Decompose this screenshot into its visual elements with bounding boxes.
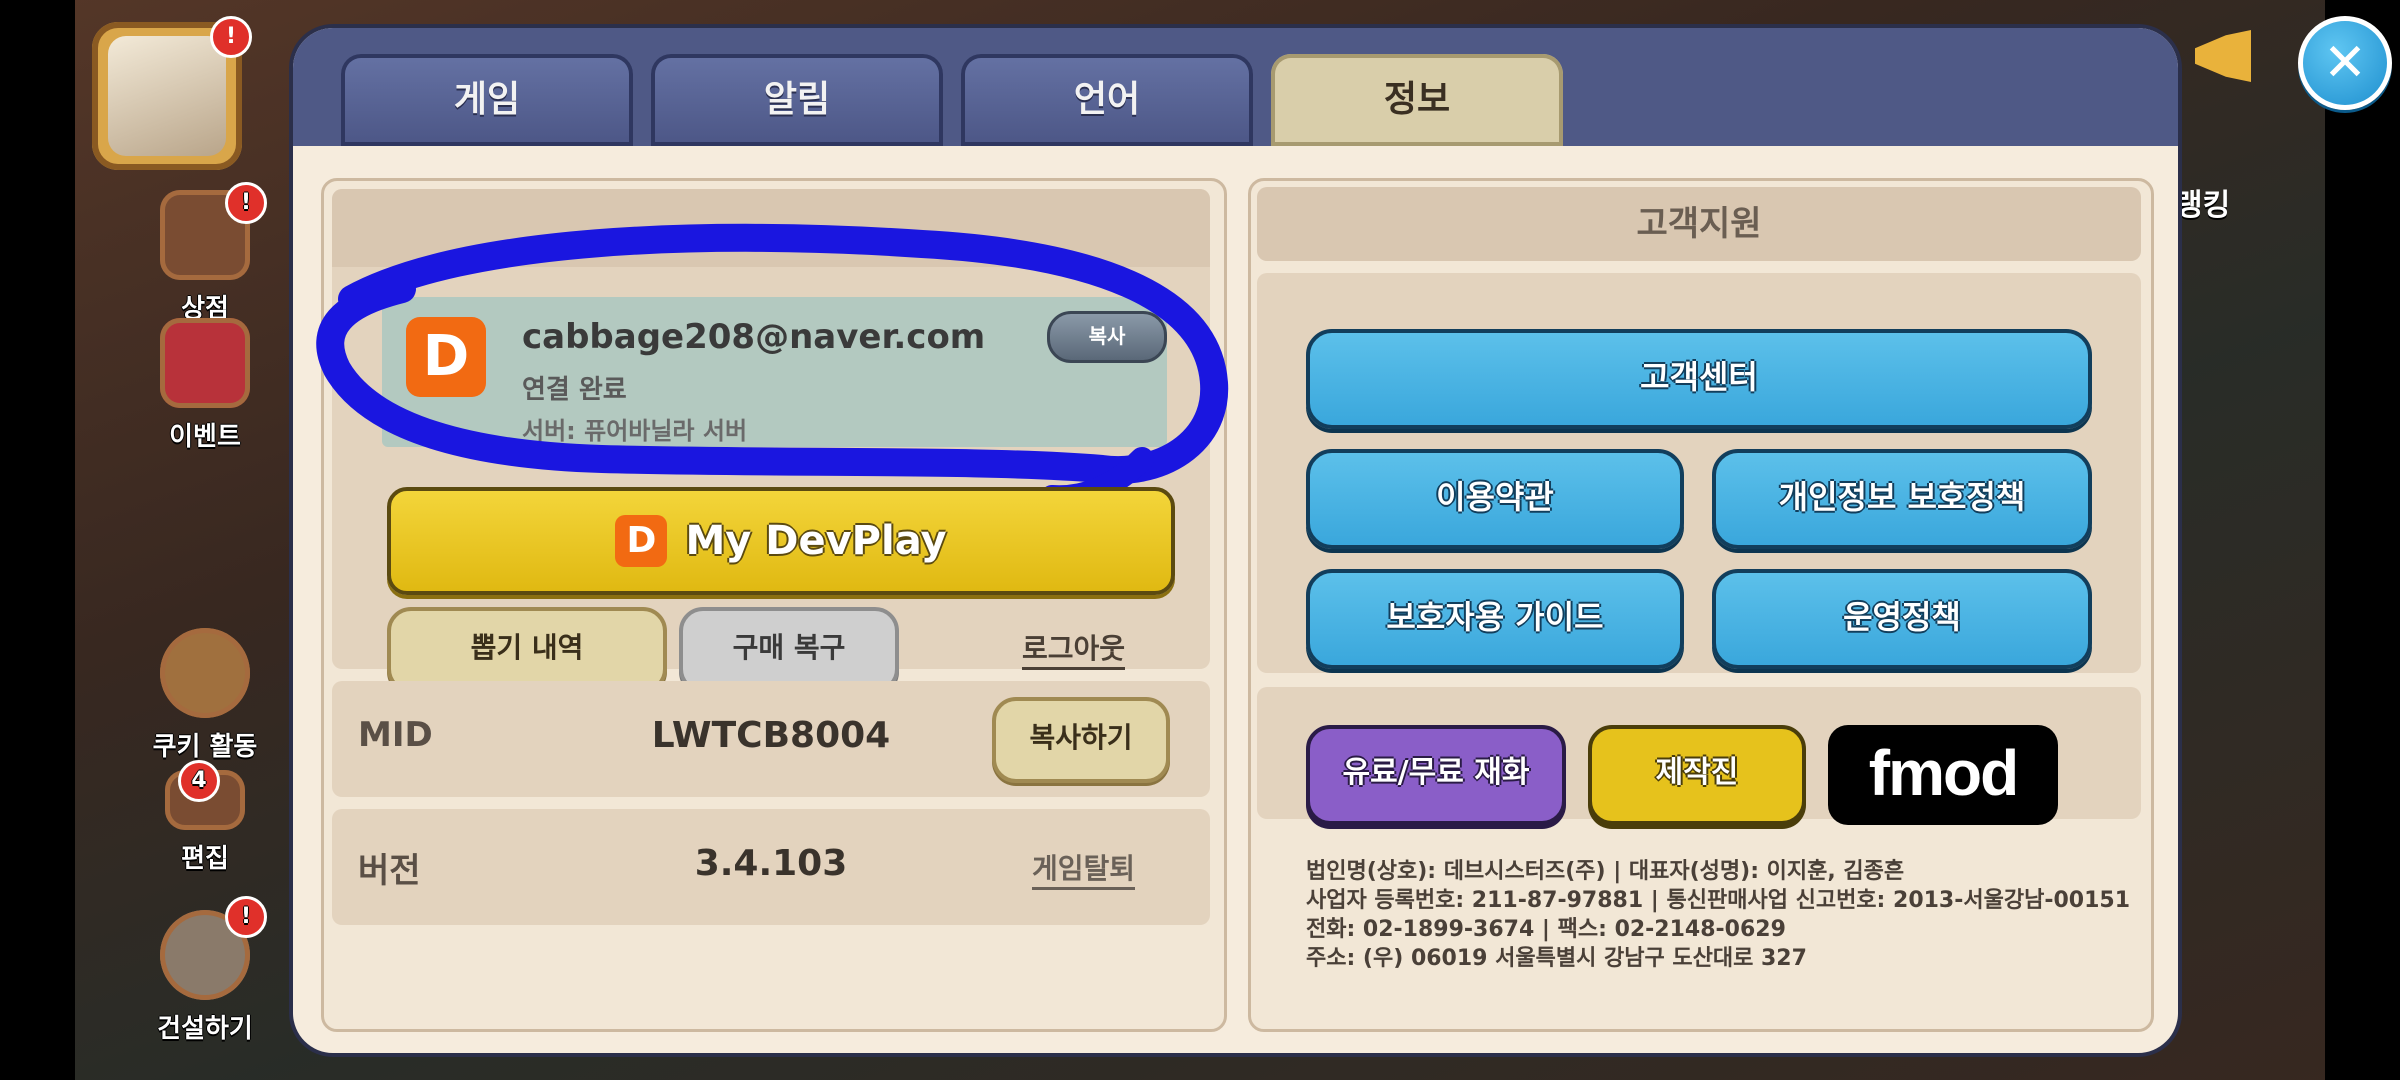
support-title: 고객지원 [1257, 187, 2141, 261]
terms-button[interactable]: 이용약관 [1306, 449, 1684, 549]
ranking-label[interactable]: 랭킹 [2175, 180, 2230, 224]
tab-game[interactable]: 게임 [341, 54, 633, 146]
settings-dialog: 게임 알림 언어 정보 D cabbage208@naver.com 연결 완료… [293, 28, 2178, 1053]
credits-button[interactable]: 제작진 [1588, 725, 1806, 825]
side-item-cookie-activity[interactable]: 쿠키 활동 [100, 628, 310, 763]
operation-policy-button[interactable]: 운영정책 [1712, 569, 2092, 669]
account-email: cabbage208@naver.com [522, 317, 986, 357]
tab-language[interactable]: 언어 [961, 54, 1253, 146]
customer-center-button[interactable]: 고객센터 [1306, 329, 2092, 429]
my-devplay-label: My DevPlay [685, 518, 947, 564]
tab-info[interactable]: 정보 [1271, 54, 1563, 146]
letterbox-left [0, 0, 75, 1080]
account-section: D cabbage208@naver.com 연결 완료 서버: 퓨어바닐라 서… [316, 189, 1228, 693]
account-status: 연결 완료 [522, 375, 627, 405]
side-item-label: 쿠키 활동 [152, 732, 258, 762]
company-info: 법인명(상호): 데브시스터즈(주) | 대표자(성명): 이지훈, 김종흔 사… [1306, 857, 2136, 973]
cookie-icon [160, 628, 250, 718]
side-item-label: 건설하기 [157, 1014, 253, 1044]
tab-notification[interactable]: 알림 [651, 54, 943, 146]
side-item-edit[interactable]: 4 편집 [100, 760, 310, 875]
privacy-policy-button[interactable]: 개인정보 보호정책 [1712, 449, 2092, 549]
copy-mid-button[interactable]: 복사하기 [992, 697, 1170, 783]
gift-icon [160, 318, 250, 408]
account-card: D cabbage208@naver.com 연결 완료 서버: 퓨어바닐라 서… [382, 297, 1167, 447]
devplay-logo-icon: D [406, 317, 486, 397]
devplay-logo-icon: D [615, 515, 668, 567]
version-row: 버전 3.4.103 게임탈퇴 [332, 809, 1210, 925]
side-item-build[interactable]: ! 건설하기 [100, 896, 310, 1045]
account-panel: D cabbage208@naver.com 연결 완료 서버: 퓨어바닐라 서… [316, 178, 1228, 1032]
copy-email-button[interactable]: 복사 [1047, 311, 1167, 363]
side-item-label: 이벤트 [169, 422, 241, 452]
close-icon: ✕ [2323, 33, 2367, 93]
fmod-logo-button[interactable]: fmod [1828, 725, 2058, 825]
side-item-event[interactable]: 이벤트 [100, 318, 310, 453]
tab-bar: 게임 알림 언어 정보 [293, 28, 2178, 146]
logout-link[interactable]: 로그아웃 [1022, 627, 1126, 670]
currency-button[interactable]: 유료/무료 재화 [1306, 725, 1566, 825]
company-info-line: 주소: (우) 06019 서울특별시 강남구 도산대로 327 [1306, 946, 1807, 971]
build-badge: ! [225, 896, 267, 938]
side-item-shop[interactable]: ! 상점 [100, 182, 310, 325]
withdraw-game-link[interactable]: 게임탈퇴 [1032, 847, 1136, 890]
account-server: 서버: 퓨어바닐라 서버 [522, 417, 748, 445]
side-menu: ! 상점 이벤트 쿠키 활동 4 편집 ! 건설하기 [100, 0, 310, 1080]
edit-badge: 4 [178, 760, 220, 802]
company-info-line: 전화: 02-1899-3674 | 팩스: 02-2148-0629 [1306, 917, 1786, 942]
side-item-label: 편집 [181, 844, 229, 874]
account-section-header [332, 189, 1210, 267]
shop-badge: ! [225, 182, 267, 224]
close-button[interactable]: ✕ [2298, 16, 2392, 110]
company-info-line: 법인명(상호): 데브시스터즈(주) | 대표자(성명): 이지훈, 김종흔 [1306, 859, 1905, 884]
letterbox-right [2325, 0, 2400, 1080]
guardian-guide-button[interactable]: 보호자용 가이드 [1306, 569, 1684, 669]
my-devplay-button[interactable]: D My DevPlay [387, 487, 1175, 595]
support-panel: 고객지원 고객센터 이용약관 개인정보 보호정책 보호자용 가이드 운영정책 유… [1248, 178, 2154, 1032]
mid-row: MID LWTCB8004 복사하기 [332, 681, 1210, 797]
company-info-line: 사업자 등록번호: 211-87-97881 | 통신판매사업 신고번호: 20… [1306, 888, 2130, 913]
